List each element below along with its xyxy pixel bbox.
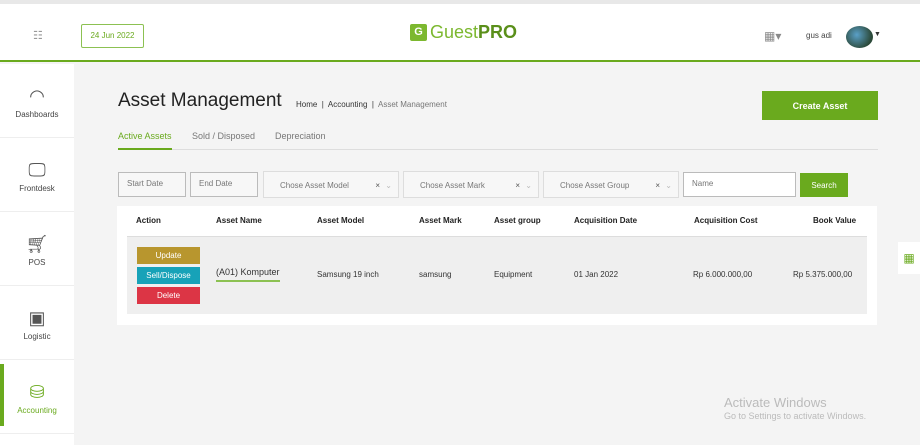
end-date-input[interactable]: End Date xyxy=(190,172,258,197)
acquisition-cost: Rp 6.000.000,00 xyxy=(693,270,753,279)
apps-grid-icon[interactable]: ▦▾ xyxy=(764,29,781,43)
sidebar-item-pos[interactable]: 🛒︎ POS xyxy=(0,212,74,286)
asset-mark-select[interactable]: Chose Asset Mark × ⌄ xyxy=(403,171,539,198)
asset-model-select[interactable]: Chose Asset Model × ⌄ xyxy=(263,171,399,198)
clear-icon[interactable]: × xyxy=(515,181,520,190)
sidebar-label: Frontdesk xyxy=(19,184,55,193)
breadcrumb-current: Asset Management xyxy=(378,100,447,109)
col-header: Asset Model xyxy=(317,216,365,225)
page-title: Asset Management xyxy=(118,90,282,111)
sidebar: ◠ Dashboards 🖵 Frontdesk 🛒︎ POS ▣ Logistic ⛁… xyxy=(0,64,74,445)
name-input[interactable]: Name xyxy=(683,172,796,197)
col-header: Book Value xyxy=(813,216,857,225)
col-header: Acquisition Cost xyxy=(694,216,758,225)
clear-icon[interactable]: × xyxy=(375,181,380,190)
sidebar-label: Accounting xyxy=(17,406,57,415)
calendar-icon[interactable]: ▦ xyxy=(898,242,920,274)
chevron-down-icon[interactable]: ⌄ xyxy=(525,181,532,190)
select-placeholder: Chose Asset Mark xyxy=(420,181,485,190)
cart-icon: 🛒︎ xyxy=(25,234,49,254)
create-asset-button[interactable]: Create Asset xyxy=(762,91,878,120)
chevron-down-icon[interactable]: ⌄ xyxy=(665,181,672,190)
start-date-input[interactable]: Start Date xyxy=(118,172,186,197)
gauge-icon: ◠ xyxy=(29,86,45,106)
asset-group: Equipment xyxy=(494,270,533,279)
breadcrumb-home[interactable]: Home xyxy=(296,100,317,109)
avatar[interactable] xyxy=(846,26,873,48)
asset-name-link[interactable]: (A01) Komputer xyxy=(216,267,280,282)
asset-table: Action Asset Name Asset Model Asset Mark… xyxy=(117,206,877,325)
box-icon: ▣ xyxy=(28,308,46,328)
acquisition-date: 01 Jan 2022 xyxy=(574,270,619,279)
logo-guest: Guest xyxy=(430,22,479,42)
select-placeholder: Chose Asset Group xyxy=(560,181,630,190)
col-header: Asset Name xyxy=(216,216,262,225)
sidebar-item-accounting[interactable]: ⛁ Accounting xyxy=(0,360,74,434)
update-button[interactable]: Update xyxy=(137,247,200,264)
clear-icon[interactable]: × xyxy=(655,181,660,190)
chevron-down-icon[interactable]: ⌄ xyxy=(385,181,392,190)
book-value: Rp 5.375.000,00 xyxy=(793,270,853,279)
watermark-subtitle: Go to Settings to activate Windows. xyxy=(724,411,867,421)
col-header: Asset group xyxy=(494,216,541,225)
tabs: Active Assets Sold / Disposed Depreciati… xyxy=(118,131,878,150)
col-header: Acquisition Date xyxy=(574,216,638,225)
delete-button[interactable]: Delete xyxy=(137,287,200,304)
money-icon: ⛁ xyxy=(29,382,45,402)
asset-group-select[interactable]: Chose Asset Group × ⌄ xyxy=(543,171,679,198)
sidebar-item-logistic[interactable]: ▣ Logistic xyxy=(0,286,74,360)
sidebar-label: Logistic xyxy=(23,332,51,341)
sell-dispose-button[interactable]: Sell/Dispose xyxy=(137,267,200,284)
user-name[interactable]: gus adi xyxy=(806,31,832,40)
breadcrumb: Home | Accounting | Asset Management xyxy=(296,100,447,109)
monitor-icon: 🖵 xyxy=(28,160,46,180)
sidebar-label: POS xyxy=(28,258,46,267)
date-badge[interactable]: 24 Jun 2022 xyxy=(81,24,144,48)
caret-down-icon[interactable]: ▼ xyxy=(874,31,881,38)
tab-active-assets[interactable]: Active Assets xyxy=(118,131,172,150)
menu-toggle-icon[interactable]: ☷ xyxy=(33,29,43,42)
col-header: Asset Mark xyxy=(419,216,462,225)
asset-mark: samsung xyxy=(419,270,452,279)
header: ☷ 24 Jun 2022 G GuestPRO ▦▾ gus adi ▼ xyxy=(0,4,920,62)
breadcrumb-accounting[interactable]: Accounting xyxy=(328,100,368,109)
select-placeholder: Chose Asset Model xyxy=(280,181,349,190)
tab-sold-disposed[interactable]: Sold / Disposed xyxy=(192,131,255,141)
table-row: Update Sell/Dispose Delete (A01) Kompute… xyxy=(127,236,867,314)
sidebar-label: Dashboards xyxy=(15,110,59,119)
search-button[interactable]: Search xyxy=(800,173,848,197)
logo-mark: G xyxy=(410,24,427,41)
logo: G GuestPRO xyxy=(410,22,517,43)
logo-pro: PRO xyxy=(478,22,518,42)
col-header: Action xyxy=(136,216,161,225)
sidebar-item-frontdesk[interactable]: 🖵 Frontdesk xyxy=(0,138,74,212)
sidebar-item-dashboards[interactable]: ◠ Dashboards xyxy=(0,64,74,138)
watermark-title: Activate Windows xyxy=(724,395,827,410)
tab-depreciation[interactable]: Depreciation xyxy=(275,131,326,141)
asset-model: Samsung 19 inch xyxy=(317,270,379,279)
